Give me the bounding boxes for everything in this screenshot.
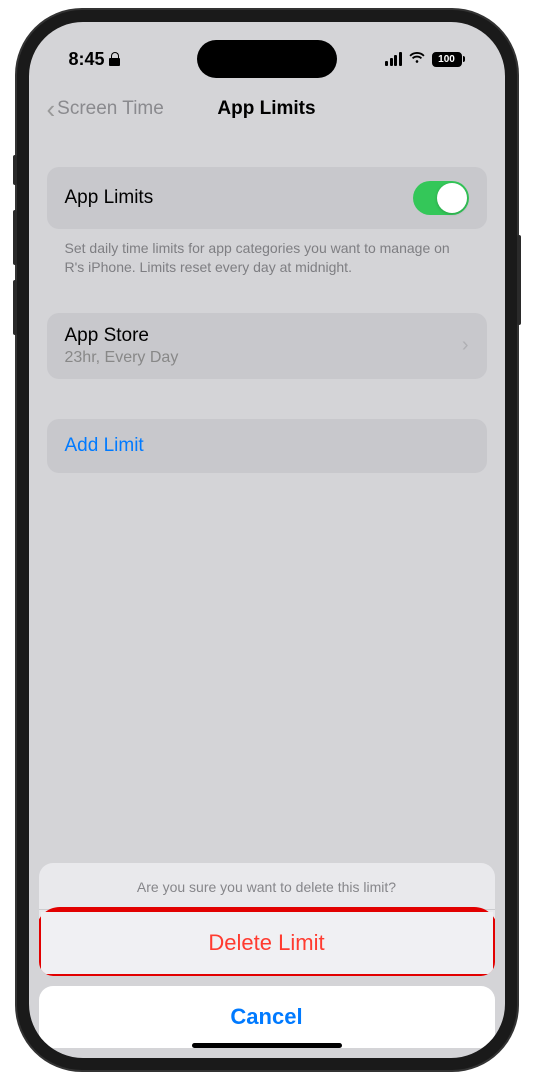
signal-icon [385,52,402,66]
app-limits-toggle-card: App Limits [47,167,487,229]
volume-up-button [13,210,17,265]
screen: 8:45 100 ‹ Screen Time App [29,22,505,1058]
lock-icon [109,52,120,66]
dynamic-island [197,40,337,78]
app-limits-description: Set daily time limits for app categories… [47,229,487,277]
page-title: App Limits [217,98,315,120]
app-limits-toggle[interactable] [413,181,469,215]
status-right: 100 [385,50,465,68]
time-text: 8:45 [69,49,105,70]
home-indicator[interactable] [192,1043,342,1048]
cancel-button[interactable]: Cancel [39,986,495,1048]
silence-switch [13,155,17,185]
action-sheet-group: Are you sure you want to delete this lim… [39,863,495,976]
volume-down-button [13,280,17,335]
chevron-right-icon: › [462,334,469,357]
action-sheet: Are you sure you want to delete this lim… [29,863,505,1058]
add-limit-label: Add Limit [65,435,144,456]
nav-bar: ‹ Screen Time App Limits [29,82,505,142]
app-limits-row: App Limits [47,167,487,229]
back-label: Screen Time [57,98,164,120]
power-button [517,235,521,325]
action-sheet-message: Are you sure you want to delete this lim… [39,863,495,910]
back-button[interactable]: ‹ Screen Time [47,96,164,122]
toggle-knob [437,183,467,213]
limit-text: App Store 23hr, Every Day [65,325,179,367]
add-limit-button[interactable]: Add Limit [47,419,487,473]
status-time: 8:45 [69,49,120,70]
limit-row[interactable]: App Store 23hr, Every Day › [47,313,487,379]
chevron-left-icon: ‹ [47,96,56,122]
highlight-annotation: Delete Limit [39,907,495,976]
app-limits-label: App Limits [65,187,154,209]
limit-detail: 23hr, Every Day [65,349,179,367]
content: App Limits Set daily time limits for app… [29,142,505,473]
battery-icon: 100 [432,52,465,67]
limit-name: App Store [65,325,179,347]
wifi-icon [408,50,426,68]
phone-frame: 8:45 100 ‹ Screen Time App [17,10,517,1070]
delete-limit-button[interactable]: Delete Limit [41,912,493,974]
battery-level: 100 [438,54,455,65]
